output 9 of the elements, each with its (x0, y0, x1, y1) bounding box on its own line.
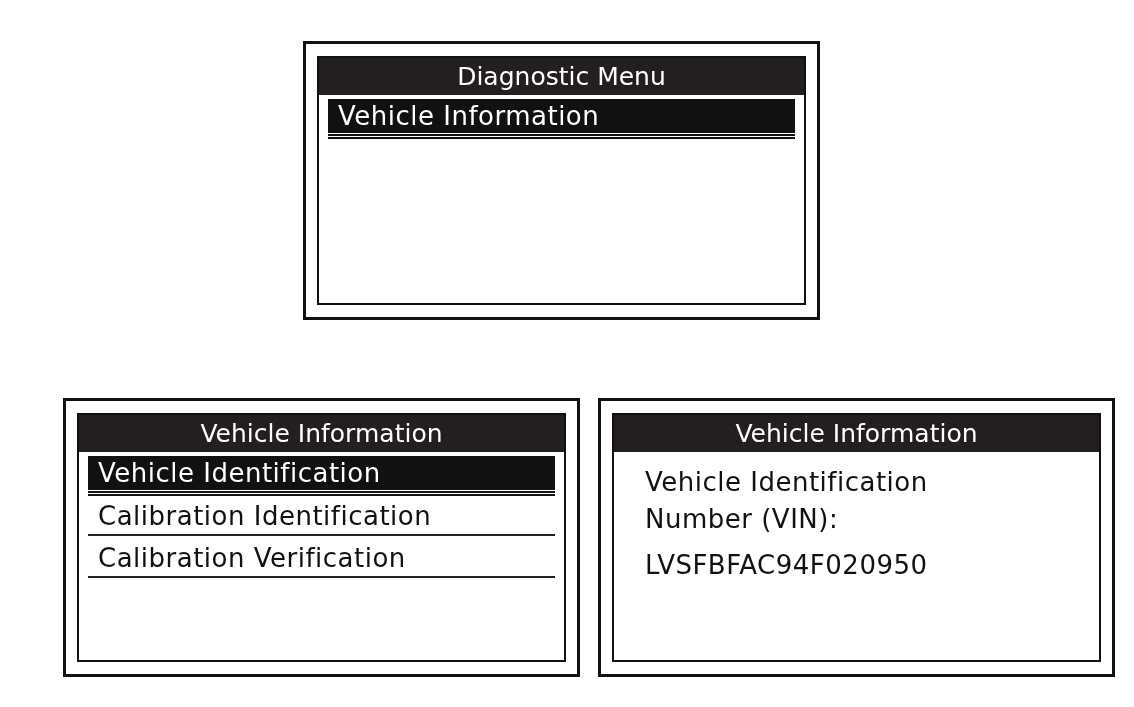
menu-item[interactable]: Calibration Identification (88, 498, 555, 536)
screen-title: Vehicle Information (614, 415, 1099, 452)
vin-value: LVSFBFAC94F020950 (645, 550, 929, 580)
vin-label: Vehicle Identification Number (VIN): (645, 466, 929, 536)
menu-item[interactable]: Vehicle Identification (88, 456, 555, 494)
menu-item[interactable]: Calibration Verification (88, 540, 555, 578)
menu-item[interactable]: Vehicle Information (328, 99, 795, 137)
screen-title: Vehicle Information (79, 415, 564, 452)
screen-title: Diagnostic Menu (319, 58, 804, 95)
